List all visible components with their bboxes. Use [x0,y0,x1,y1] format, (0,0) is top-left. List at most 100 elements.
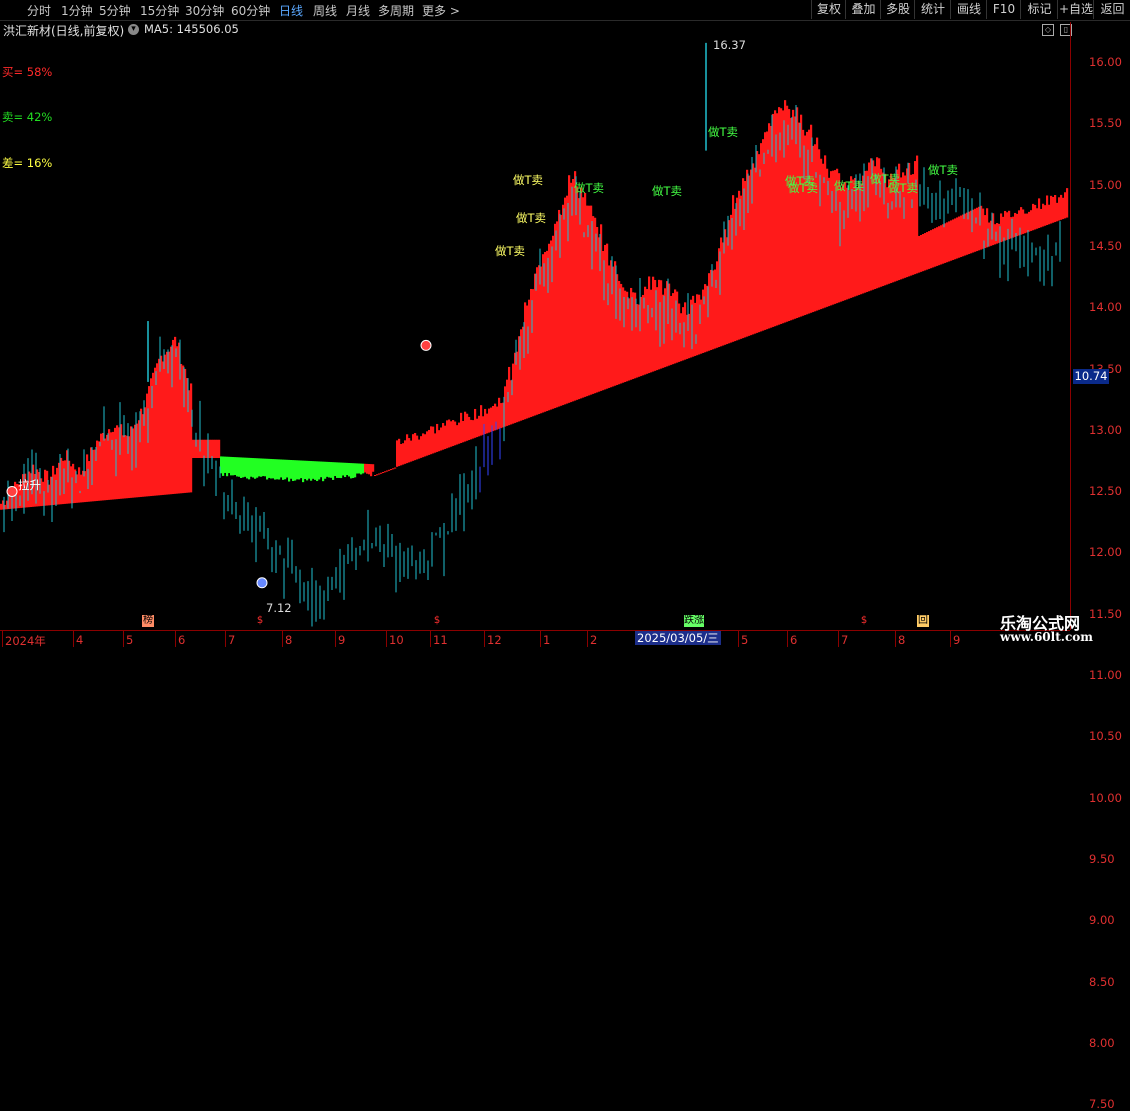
fill-bar [732,195,735,342]
fill-bar [218,439,221,458]
tab-7[interactable]: 周线 [313,2,337,19]
fill-bar [326,461,329,477]
fill-bar [372,464,375,472]
fill-bar [384,471,387,473]
toolbar-button-8[interactable]: 返回 [1093,0,1130,19]
fill-bar [916,155,919,274]
fill-bar [434,433,437,453]
fill-bar [538,265,541,414]
fill-bar [926,232,929,270]
fill-bar [1054,195,1057,223]
x-tick-label: 9 [338,633,346,647]
event-marker[interactable]: 榜 [142,615,154,627]
event-marker[interactable]: $ [858,615,870,627]
toolbar-button-6[interactable]: 标记 [1020,0,1058,19]
tab-2[interactable]: 5分钟 [99,2,131,19]
fill-bar [918,235,921,273]
fill-bar [286,459,289,478]
y-tick-label: 10.00 [1089,790,1122,805]
fill-bar [540,266,543,414]
fill-bar [424,434,427,457]
fill-bar [362,463,365,474]
event-marker[interactable]: 跌涨 [684,615,704,627]
tab-5[interactable]: 60分钟 [231,2,270,19]
watermark-url: www.60lt.com [1000,630,1093,644]
kline-chart[interactable] [0,38,1070,630]
tab-4[interactable]: 30分钟 [185,2,224,19]
x-tick-label: 6 [178,633,186,647]
toolbar-button-3[interactable]: 统计 [914,0,951,19]
fill-bar [1064,192,1067,219]
fill-bar [358,463,361,474]
fill-bar [364,463,367,473]
fill-bar [216,439,219,458]
fill-bar [794,116,797,319]
fill-bar [460,412,463,444]
fill-bar [442,423,445,450]
fill-bar [914,161,917,275]
fill-bar [886,187,889,285]
event-marker[interactable]: $ [431,615,443,627]
fill-bar [564,197,567,405]
y-tick-label: 12.50 [1089,484,1122,499]
fill-bar [334,462,337,477]
fill-bar [1040,208,1043,228]
fill-bar [792,109,795,320]
tab-8[interactable]: 月线 [346,2,370,19]
toolbar-button-0[interactable]: 复权 [811,0,846,19]
fill-bar [350,463,353,479]
fill-bar [190,383,193,493]
fill-bar [452,420,455,446]
tab-1[interactable]: 1分钟 [61,2,93,19]
fill-bar [402,443,405,465]
fill-bar [816,137,819,311]
fill-bar [232,457,235,476]
fill-bar [946,222,949,263]
fill-bar [922,234,925,272]
toolbar-button-2[interactable]: 多股 [880,0,915,19]
tab-9[interactable]: 多周期 [378,2,414,19]
fill-bar [274,459,277,480]
fill-bar [210,439,213,458]
fill-bar [290,459,293,479]
fill-bar [222,456,225,476]
fill-bar [278,459,281,480]
fill-bar [262,458,265,477]
fill-bar [406,434,409,464]
x-tick-label: 8 [898,633,906,647]
x-tick-mark [175,631,176,647]
diamond-icon[interactable]: ◇ [1042,24,1054,36]
fill-bar [338,462,341,478]
fill-bar [822,163,825,309]
event-marker[interactable]: 回 [917,615,929,627]
fill-bar [964,213,967,256]
fill-bar [1024,213,1027,234]
tab-10[interactable]: 更多 > [422,2,460,19]
fill-bar [958,216,961,258]
fill-bar [240,457,243,479]
fill-bar [390,469,393,471]
fill-bar [470,419,473,440]
tab-0[interactable]: 分时 [27,2,51,19]
fill-bar [432,426,435,454]
x-tick-label: 7 [841,633,849,647]
fill-bar [464,411,467,442]
fill-bar [976,207,979,252]
tab-3[interactable]: 15分钟 [140,2,179,19]
fill-bar [242,457,245,478]
fill-bar [1030,210,1033,231]
toolbar-button-4[interactable]: 画线 [950,0,987,19]
toolbar-button-1[interactable]: 叠加 [845,0,881,19]
fill-bar [680,313,683,362]
toolbar-button-7[interactable]: +自选 [1057,0,1094,19]
fill-bar [228,456,231,474]
dropdown-icon[interactable]: ▾ [128,24,139,35]
x-tick-mark [123,631,124,647]
event-marker[interactable]: $ [254,615,266,627]
y-tick-label: 9.00 [1089,913,1115,928]
toolbar-button-5[interactable]: F10 [986,0,1021,19]
fill-bar [282,459,285,480]
tab-6[interactable]: 日线 [279,2,303,19]
x-tick-label: 1 [543,633,551,647]
fill-bar [1044,205,1047,226]
